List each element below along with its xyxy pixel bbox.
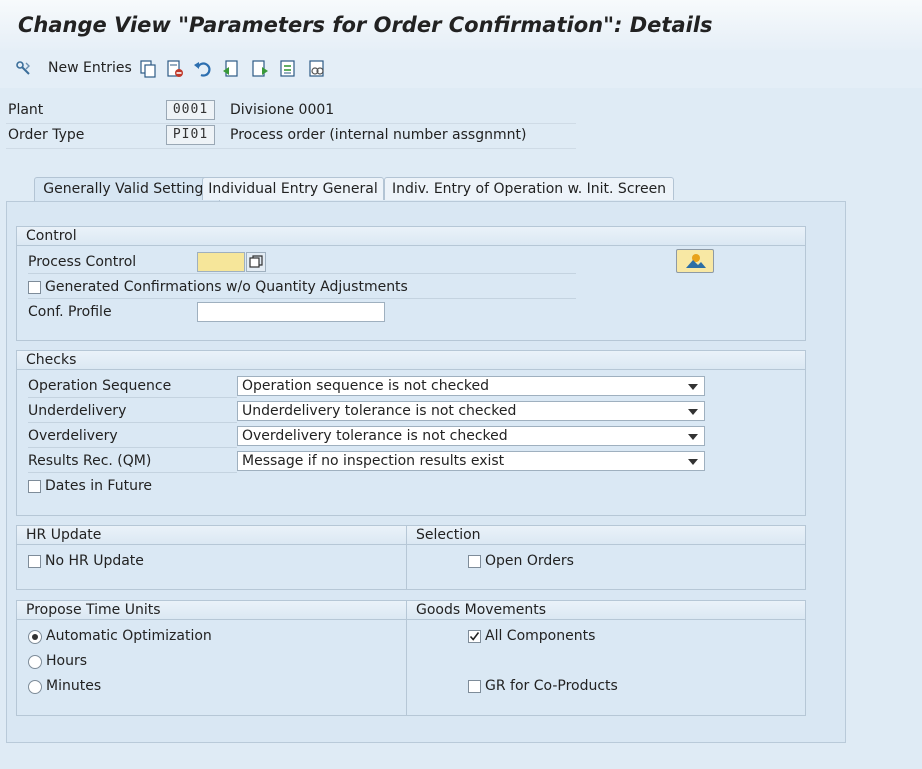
minutes-label: Minutes [46, 678, 102, 694]
display-change-icon[interactable] [14, 59, 34, 79]
hours-label: Hours [46, 653, 88, 669]
row-separator [28, 422, 237, 423]
radio-selected-dot [32, 634, 38, 640]
order-type-label: Order Type [8, 127, 85, 143]
value-help-button[interactable] [246, 252, 266, 272]
time-goods-group: Propose Time Units Goods Movements Autom… [16, 600, 806, 716]
hr-selection-group: HR Update Selection No HR Update Open Or… [16, 525, 806, 590]
operation-sequence-label: Operation Sequence [28, 378, 172, 394]
plant-label: Plant [8, 102, 44, 118]
underdelivery-select[interactable]: Underdelivery tolerance is not checked [237, 401, 705, 421]
order-type-field[interactable]: PI01 [166, 125, 215, 145]
checks-header: Checks [17, 351, 805, 370]
row-separator [28, 397, 237, 398]
open-orders-label: Open Orders [485, 553, 574, 569]
automatic-optimization-radio[interactable] [28, 630, 42, 644]
row-separator [28, 298, 576, 299]
select-value: Message if no inspection results exist [242, 453, 505, 469]
plant-field[interactable]: 0001 [166, 100, 215, 120]
operation-sequence-select[interactable]: Operation sequence is not checked [237, 376, 705, 396]
select-all-icon[interactable] [278, 59, 298, 79]
control-header: Control [17, 227, 805, 246]
all-components-label: All Components [485, 628, 596, 644]
plant-description: Divisione 0001 [230, 102, 335, 118]
tab-generally-valid-settings[interactable]: Generally Valid Settings [34, 177, 220, 202]
application-toolbar: New Entries [0, 50, 922, 88]
conf-profile-input[interactable] [197, 302, 385, 322]
next-entry-icon[interactable] [250, 59, 270, 79]
tab-label: Individual Entry General [208, 181, 378, 197]
previous-entry-icon[interactable] [221, 59, 241, 79]
no-hr-update-label: No HR Update [45, 553, 144, 569]
generated-confirmations-label: Generated Confirmations w/o Quantity Adj… [45, 279, 408, 295]
select-value: Underdelivery tolerance is not checked [242, 403, 517, 419]
select-value: Operation sequence is not checked [242, 378, 490, 394]
results-rec-select[interactable]: Message if no inspection results exist [237, 451, 705, 471]
process-control-input[interactable] [197, 252, 245, 272]
goods-movements-header: Goods Movements [416, 602, 547, 618]
chevron-down-icon [688, 434, 698, 440]
deselect-icon[interactable] [307, 59, 327, 79]
column-divider [406, 526, 407, 589]
underdelivery-label: Underdelivery [28, 403, 127, 419]
open-orders-checkbox[interactable] [468, 555, 481, 568]
overdelivery-select[interactable]: Overdelivery tolerance is not checked [237, 426, 705, 446]
dates-in-future-checkbox[interactable] [28, 480, 41, 493]
title-bar: Change View "Parameters for Order Confir… [0, 0, 922, 51]
column-divider [406, 601, 407, 715]
delete-icon[interactable] [165, 59, 185, 79]
checks-group: Checks Operation Sequence Operation sequ… [16, 350, 806, 516]
generated-confirmations-checkbox[interactable] [28, 281, 41, 294]
copy-icon[interactable] [138, 59, 158, 79]
tab-label: Generally Valid Settings [43, 181, 211, 197]
row-separator [28, 447, 237, 448]
minutes-radio[interactable] [28, 680, 42, 694]
undo-icon[interactable] [193, 59, 213, 79]
hr-update-header: HR Update [26, 527, 102, 543]
process-control-label: Process Control [28, 254, 137, 270]
detail-button[interactable] [676, 249, 714, 273]
results-rec-label: Results Rec. (QM) [28, 453, 152, 469]
checkmark-icon [469, 632, 480, 641]
tab-strip: Generally Valid Settings Individual Entr… [16, 177, 716, 202]
tab-indiv-entry-operation[interactable]: Indiv. Entry of Operation w. Init. Scree… [384, 177, 674, 200]
hr-selection-header: HR Update Selection [17, 526, 805, 545]
row-separator [28, 273, 576, 274]
page-title: Change View "Parameters for Order Confir… [18, 13, 713, 37]
hours-radio[interactable] [28, 655, 42, 669]
tab-label: Indiv. Entry of Operation w. Init. Scree… [391, 181, 667, 197]
all-components-checkbox[interactable] [468, 630, 481, 643]
tab-panel: Control Process Control Generated Confir… [6, 201, 846, 743]
gr-co-products-label: GR for Co-Products [485, 678, 618, 694]
conf-profile-label: Conf. Profile [28, 304, 112, 320]
automatic-optimization-label: Automatic Optimization [46, 628, 212, 644]
chevron-down-icon [688, 384, 698, 390]
time-goods-header: Propose Time Units Goods Movements [17, 601, 805, 620]
gr-co-products-checkbox[interactable] [468, 680, 481, 693]
propose-time-units-header: Propose Time Units [26, 602, 161, 618]
chevron-down-icon [688, 459, 698, 465]
chevron-down-icon [688, 409, 698, 415]
mountain-icon [686, 254, 706, 268]
order-type-description: Process order (internal number assgnmnt) [230, 127, 527, 143]
value-help-icon [249, 255, 263, 268]
selection-header: Selection [416, 527, 481, 543]
overdelivery-label: Overdelivery [28, 428, 118, 444]
plant-row: Plant 0001 Divisione 0001 [6, 99, 576, 124]
select-value: Overdelivery tolerance is not checked [242, 428, 508, 444]
no-hr-update-checkbox[interactable] [28, 555, 41, 568]
tab-individual-entry-general[interactable]: Individual Entry General [202, 177, 384, 200]
dates-in-future-label: Dates in Future [45, 478, 153, 494]
new-entries-button[interactable]: New Entries [48, 60, 132, 76]
order-type-row: Order Type PI01 Process order (internal … [6, 124, 576, 149]
row-separator [28, 472, 237, 473]
control-group: Control Process Control Generated Confir… [16, 226, 806, 341]
